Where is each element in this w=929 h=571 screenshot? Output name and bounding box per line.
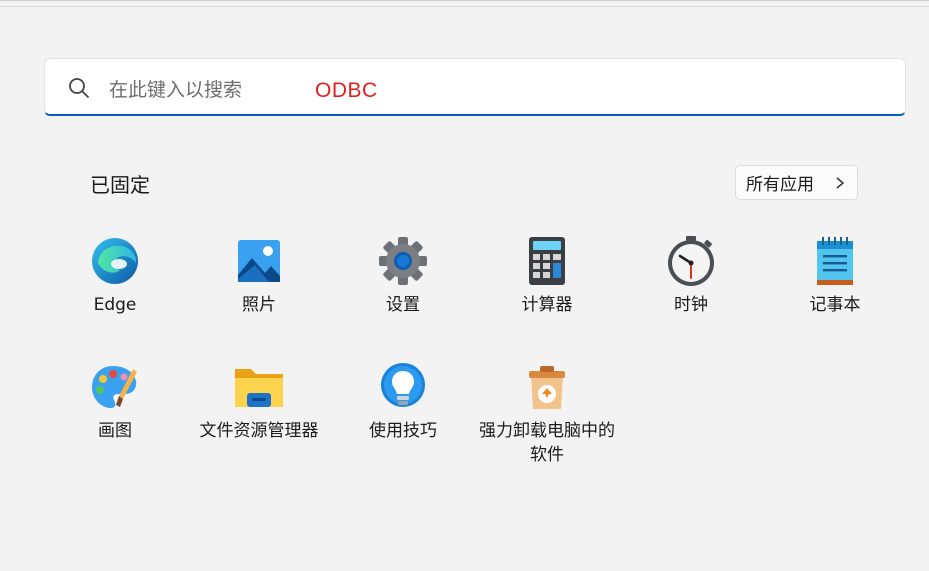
app-label: 使用技巧 (369, 421, 437, 441)
pinned-app-edge[interactable]: Edge (43, 235, 187, 317)
pinned-app-tips[interactable]: 使用技巧 (331, 361, 475, 443)
top-divider (0, 6, 929, 7)
search-typed-text: ODBC (315, 79, 378, 102)
pinned-section-title: 已固定 (90, 173, 150, 197)
pinned-app-uninstaller[interactable]: 强力卸载电脑中的软件 (475, 361, 619, 467)
pinned-app-calculator[interactable]: 计算器 (475, 235, 619, 317)
pinned-app-file-explorer[interactable]: 文件资源管理器 (187, 361, 331, 443)
app-label: 记事本 (809, 295, 861, 315)
search-box[interactable]: 在此键入以搜索 ODBC (44, 58, 906, 116)
settings-gear-icon (379, 237, 427, 285)
pinned-app-paint[interactable]: 画图 (43, 361, 187, 443)
all-apps-button[interactable]: 所有应用 (735, 165, 858, 200)
app-label: 文件资源管理器 (199, 421, 319, 441)
search-placeholder: 在此键入以搜索 (109, 79, 243, 101)
folder-icon (235, 369, 283, 407)
pinned-app-settings[interactable]: 设置 (331, 235, 475, 317)
pinned-app-photos[interactable]: 照片 (187, 235, 331, 317)
edge-icon (92, 238, 138, 284)
app-label: 画图 (98, 421, 132, 441)
chevron-right-icon (836, 177, 845, 189)
app-label: 照片 (242, 295, 276, 315)
lightbulb-icon (381, 363, 425, 407)
pinned-app-clock[interactable]: 时钟 (619, 235, 763, 317)
notepad-icon (817, 237, 853, 285)
uninstaller-box-icon (529, 366, 565, 409)
app-label: 时钟 (674, 295, 708, 315)
clock-icon (668, 236, 714, 286)
app-label: 设置 (386, 295, 420, 315)
paint-palette-icon (92, 366, 137, 408)
all-apps-label: 所有应用 (746, 175, 814, 195)
search-icon (69, 78, 89, 98)
app-label: 强力卸载电脑中的软件 (479, 421, 615, 465)
pinned-app-notepad[interactable]: 记事本 (763, 235, 907, 317)
app-label: Edge (93, 295, 137, 315)
calculator-icon (529, 237, 565, 285)
photos-icon (238, 240, 280, 282)
start-menu: 在此键入以搜索 ODBC 已固定 所有应用 Edge 照片 设置 计算器 时钟 … (0, 0, 929, 571)
app-label: 计算器 (521, 295, 573, 315)
